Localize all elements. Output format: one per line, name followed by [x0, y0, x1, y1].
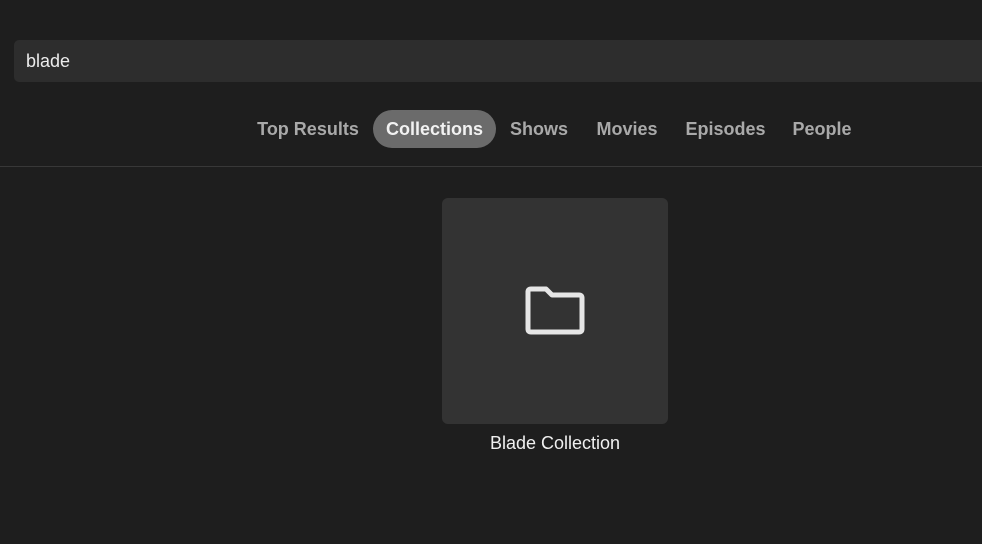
tab-top-results[interactable]: Top Results — [248, 110, 368, 148]
folder-icon — [524, 286, 586, 336]
search-bar[interactable] — [14, 40, 982, 82]
tabs-divider — [0, 166, 982, 167]
tab-episodes[interactable]: Episodes — [676, 110, 775, 148]
result-type-tabs: Top Results Collections Shows Movies Epi… — [0, 110, 982, 148]
collection-title[interactable]: Blade Collection — [442, 433, 668, 454]
tab-collections[interactable]: Collections — [373, 110, 496, 148]
collection-thumbnail[interactable] — [442, 198, 668, 424]
collection-card[interactable]: Blade Collection — [442, 198, 668, 454]
search-page: Top Results Collections Shows Movies Epi… — [0, 0, 982, 544]
search-input[interactable] — [26, 40, 982, 82]
tab-people[interactable]: People — [782, 110, 862, 148]
tab-shows[interactable]: Shows — [500, 110, 578, 148]
tab-movies[interactable]: Movies — [586, 110, 668, 148]
